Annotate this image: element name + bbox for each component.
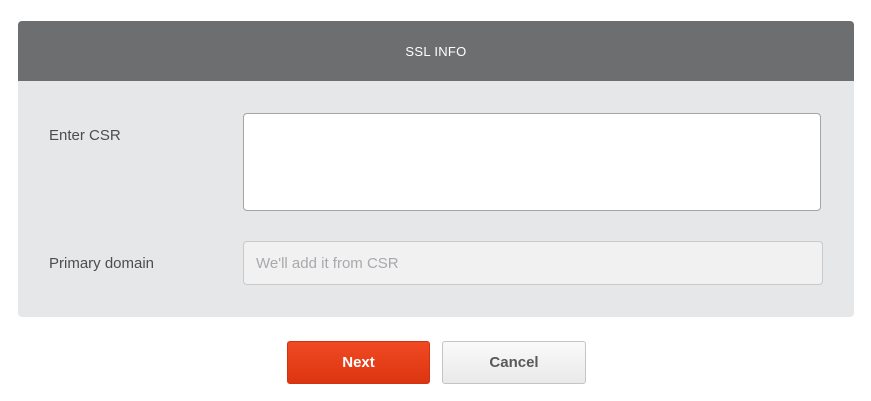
cancel-button[interactable]: Cancel [442,341,586,384]
primary-domain-label: Primary domain [49,255,155,272]
next-button[interactable]: Next [287,341,430,384]
ssl-info-panel: SSL INFO Enter CSR Primary domain [18,21,854,317]
panel-title: SSL INFO [18,21,854,81]
csr-textarea[interactable] [243,113,821,211]
primary-domain-input[interactable] [243,241,823,285]
csr-label: Enter CSR [49,127,121,144]
